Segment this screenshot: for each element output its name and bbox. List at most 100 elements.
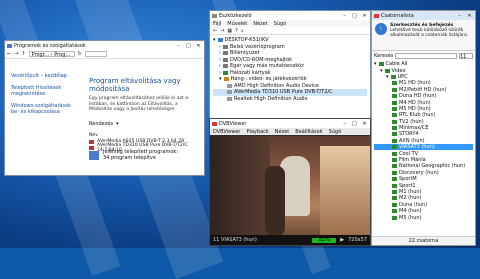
dvbviewer-icon <box>212 121 217 126</box>
tv-channel-icon <box>392 196 397 201</box>
video-scene-background <box>320 146 370 236</box>
checkbox-icon[interactable] <box>390 74 396 79</box>
network-icon <box>223 70 228 75</box>
minimize-button[interactable]: – <box>175 43 182 49</box>
play-icon[interactable]: ▶ <box>340 237 344 243</box>
close-button[interactable]: ✕ <box>361 121 368 127</box>
address-bar: ← → ↑ Progr... › Prog... ↻ <box>5 50 204 59</box>
channel-label: M1 HD (hun) <box>399 80 431 87</box>
status-bar: 22 csatorna <box>372 236 475 245</box>
tv-channel-icon <box>392 106 397 111</box>
channel-count: 22 csatorna <box>408 238 439 244</box>
tree-label: AVerMedia TD310 USB Pure DVB-T/T2/C <box>234 89 333 96</box>
back-icon[interactable]: ← <box>7 51 11 57</box>
tv-channel-icon <box>392 151 397 156</box>
tree-label: AMD High Definition Audio Device <box>234 82 319 89</box>
checkbox-icon[interactable] <box>378 62 384 67</box>
page-title: Program eltávolítása vagy módosítása <box>89 77 181 93</box>
collapse-icon[interactable]: ▾ <box>219 76 222 82</box>
channel-label: AXN (hun) <box>399 137 425 144</box>
sound-icon <box>223 77 229 82</box>
menu-action[interactable]: Művelet <box>227 21 247 27</box>
menu-playback[interactable]: Playback <box>246 129 268 135</box>
video-display[interactable] <box>210 136 370 236</box>
tv-channel-icon <box>392 158 397 163</box>
audio-device-icon <box>227 96 232 101</box>
collapse-icon[interactable]: ▾ <box>374 61 377 67</box>
organize-button[interactable]: Rendezés <box>89 121 113 127</box>
help-icon[interactable]: ? <box>235 28 238 34</box>
minimize-button[interactable]: – <box>456 13 463 19</box>
titlebar: Programok és szolgáltatások – □ ✕ <box>5 41 204 50</box>
close-button[interactable]: ✕ <box>466 13 473 19</box>
toolbar: ← → ▦ ? ⌕ <box>210 27 370 35</box>
tree-label: Realtek High Definition Audio <box>234 95 308 102</box>
tv-channel-icon <box>392 81 397 86</box>
scan-icon[interactable]: ⌕ <box>241 28 244 34</box>
tv-channel-icon <box>392 164 397 169</box>
menu-view[interactable]: Nézet <box>275 129 289 135</box>
maximize-button[interactable]: □ <box>351 121 358 127</box>
programs-and-features-window: Programok és szolgáltatások – □ ✕ ← → ↑ … <box>4 40 205 176</box>
forward-icon[interactable]: → <box>220 28 224 34</box>
tv-channel-icon <box>392 113 397 118</box>
tv-tuner-icon <box>227 90 232 95</box>
expand-icon[interactable]: › <box>219 50 221 56</box>
chevron-down-icon[interactable]: ▾ <box>116 121 119 127</box>
channel-label: National Geographic (hun) <box>399 163 466 170</box>
tv-channel-icon <box>392 87 397 92</box>
control-panel-home-link[interactable]: Vezérlőpult – kezdőlap <box>11 73 75 79</box>
video-scene-person <box>265 166 285 236</box>
channel-label: M4 (hun) <box>399 208 422 215</box>
titlebar: Csatornalista – ✕ <box>372 11 475 20</box>
maximize-button[interactable]: □ <box>351 13 358 19</box>
tv-channel-icon <box>392 100 397 105</box>
tv-channel-icon <box>392 190 397 194</box>
menu-bar: Fájl Művelet Nézet Súgó <box>210 20 370 27</box>
channel-label: Film Mánia <box>399 157 426 164</box>
menu-view[interactable]: Nézet <box>253 21 267 27</box>
window-title: Csatornalista <box>381 12 414 19</box>
windows-features-link[interactable]: Windows-szolgáltatások be- és kikapcsolá… <box>11 103 75 115</box>
properties-icon[interactable]: ▦ <box>227 28 232 34</box>
mouse-icon <box>223 64 228 69</box>
maximize-button[interactable]: □ <box>185 43 192 49</box>
expand-icon[interactable]: › <box>219 70 221 76</box>
menu-file[interactable]: Fájl <box>213 21 221 27</box>
menu-help[interactable]: Súgó <box>274 21 287 27</box>
search-input[interactable] <box>84 51 107 57</box>
channel-number-input[interactable]: 11 <box>459 52 473 60</box>
expand-icon[interactable]: › <box>219 44 221 50</box>
menu-help[interactable]: Súgó <box>329 129 342 135</box>
installed-updates-link[interactable]: Telepített frissítések megtekintése <box>11 85 75 97</box>
minimize-button[interactable]: – <box>341 13 348 19</box>
collapse-icon[interactable]: ▾ <box>213 37 216 43</box>
forward-icon[interactable]: → <box>14 51 18 57</box>
close-button[interactable]: ✕ <box>195 43 202 49</box>
tv-channel-icon <box>392 94 397 99</box>
tree-label: UPC <box>397 73 408 80</box>
tv-channel-icon <box>392 202 397 207</box>
menu-dvbviewer[interactable]: DVBViewer <box>213 129 240 135</box>
address-input[interactable]: Progr... › Prog... <box>28 51 75 58</box>
channel-label: RTL Klub (hun) <box>399 112 436 119</box>
tv-channel-icon <box>392 183 397 188</box>
menu-settings[interactable]: Beállítások <box>295 129 322 135</box>
keyboard-icon <box>223 51 228 56</box>
collapse-icon[interactable]: ▾ <box>380 68 383 74</box>
channel-label: Discovery (hun) <box>399 169 439 176</box>
expand-icon[interactable]: › <box>219 57 221 63</box>
control-panel-icon <box>7 43 12 48</box>
up-icon[interactable]: ↑ <box>21 51 25 57</box>
tree-label: Video <box>391 67 406 74</box>
tree-node[interactable]: Realtek High Definition Audio <box>213 96 367 103</box>
back-icon[interactable]: ← <box>213 28 217 34</box>
checkbox-icon[interactable] <box>384 68 390 73</box>
channel-item[interactable]: M5 (hun) <box>374 214 473 221</box>
expand-icon[interactable]: › <box>219 63 221 69</box>
collapse-icon[interactable]: ▾ <box>386 74 389 80</box>
filter-input[interactable] <box>395 52 457 59</box>
refresh-icon[interactable]: ↻ <box>78 51 82 57</box>
close-button[interactable]: ✕ <box>361 13 368 19</box>
minimize-button[interactable]: – <box>341 121 348 127</box>
